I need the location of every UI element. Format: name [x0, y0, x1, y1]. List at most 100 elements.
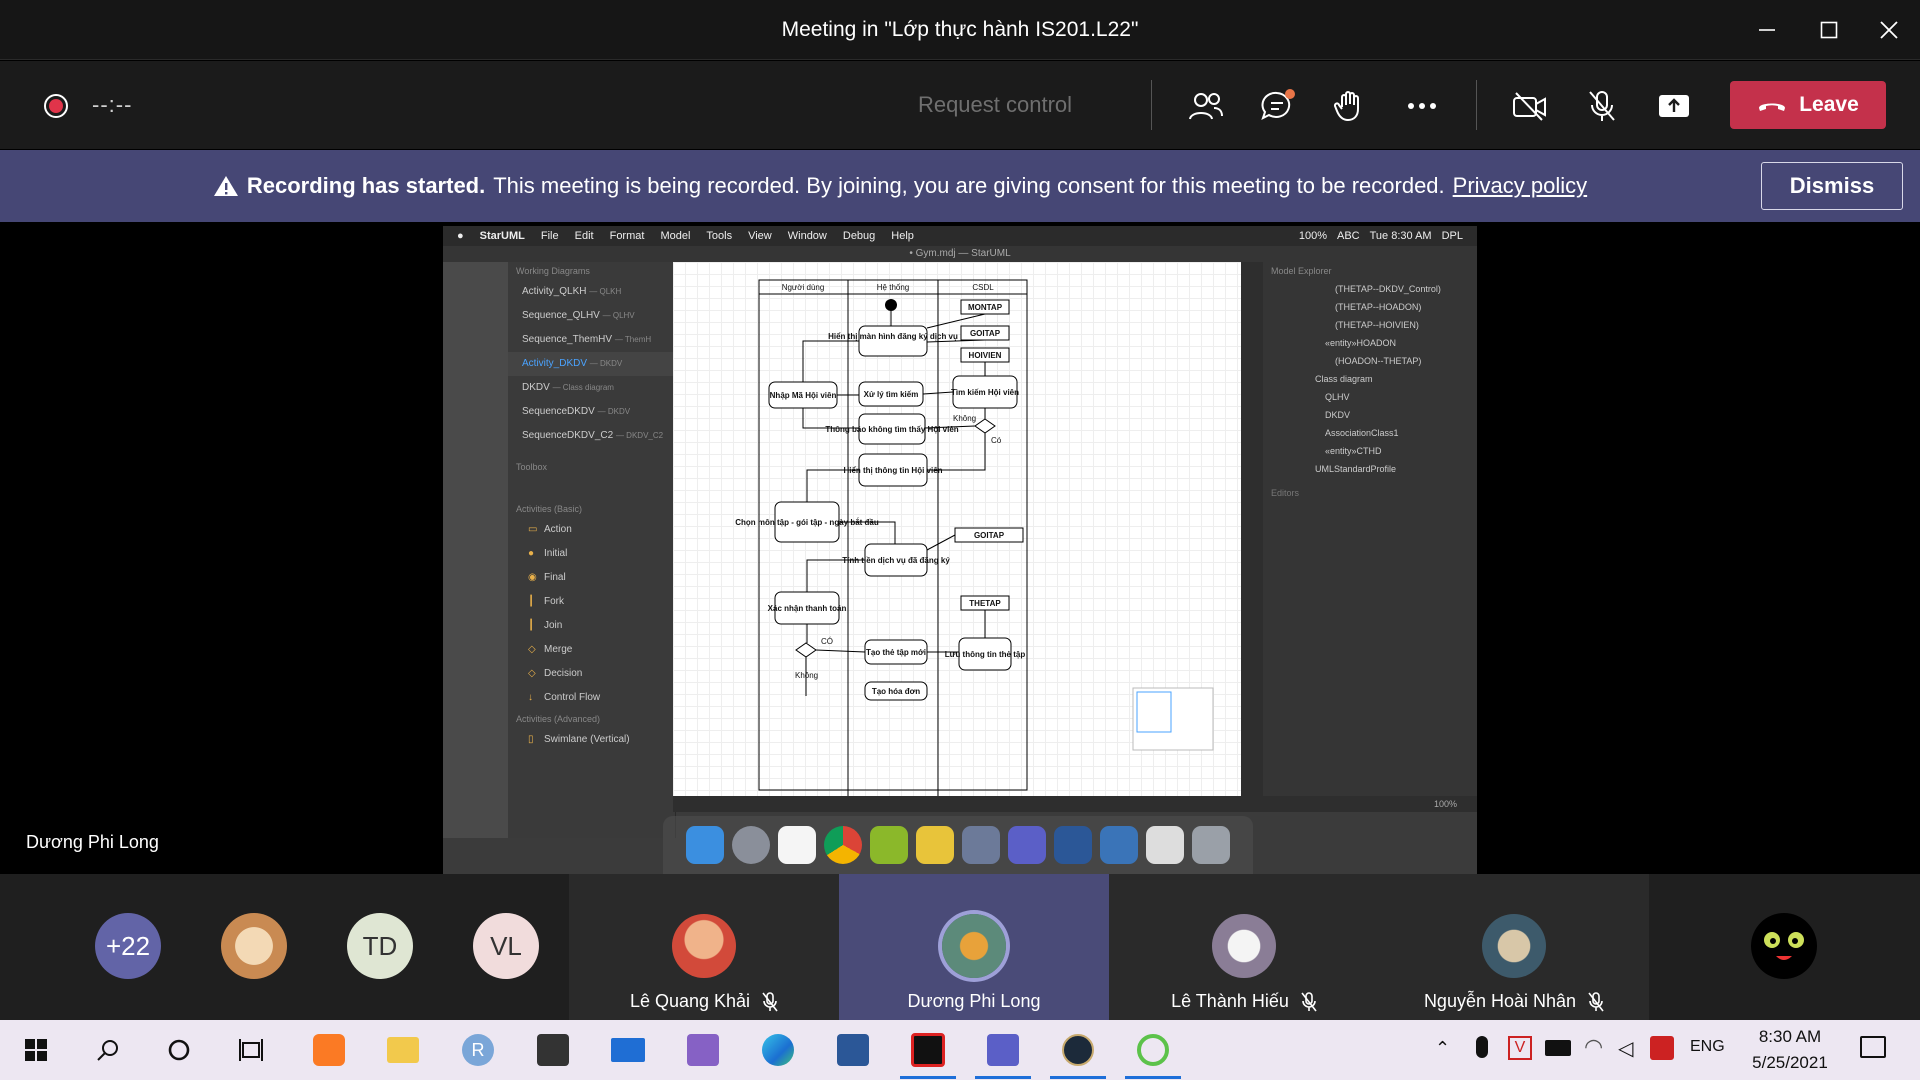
menu-tools: Tools: [706, 230, 733, 242]
clock-time: 8:30 AM: [1758, 1027, 1822, 1046]
active-app-indicator: [1050, 1076, 1106, 1079]
avatar[interactable]: [1751, 913, 1817, 979]
tree-item: «entity»CTHD: [1325, 446, 1382, 456]
overflow-participants-button[interactable]: +22: [95, 913, 161, 979]
action-node: Chọn môn tập - gói tập - ngày bắt đầu: [735, 518, 879, 527]
chat-button[interactable]: [1252, 80, 1304, 132]
raise-hand-button[interactable]: [1324, 80, 1376, 132]
request-control-button[interactable]: Request control: [880, 92, 1110, 118]
participant-tile[interactable]: Lê Thành Hiếu: [1109, 874, 1379, 1020]
green-app-taskbar-icon[interactable]: [1133, 1030, 1173, 1070]
guard-label: CÓ: [821, 637, 833, 646]
recording-text: This meeting is being recorded. By joini…: [493, 173, 1445, 198]
active-app-indicator: [975, 1076, 1031, 1079]
chat-icon: [1261, 89, 1295, 120]
activities-basic-header: Activities (Basic): [516, 504, 583, 514]
action-node: Tạo thẻ tập mới: [866, 648, 926, 657]
meeting-timer: --:--: [92, 92, 133, 117]
menu-app-name: StarUML: [479, 230, 525, 242]
participant-tile[interactable]: Nguyễn Hoài Nhân: [1379, 874, 1649, 1020]
microphone-button[interactable]: [1576, 80, 1628, 132]
tool-item: ↓ Control Flow: [528, 692, 601, 703]
r-app-taskbar-icon[interactable]: R: [458, 1030, 498, 1070]
task-view-button[interactable]: [231, 1030, 271, 1070]
diagram-item: SequenceDKDV_C2 — DKDV_C2: [522, 430, 664, 441]
mac-dock: [663, 816, 1253, 874]
notion-taskbar-icon[interactable]: [533, 1030, 573, 1070]
visual-studio-taskbar-icon[interactable]: [683, 1030, 723, 1070]
mail-taskbar-icon[interactable]: [608, 1030, 648, 1070]
windows-logo-icon: [25, 1039, 47, 1061]
apple-icon: ●: [457, 230, 464, 242]
tree-item: (THETAP--DKDV_Control): [1335, 284, 1441, 294]
action-node: Hiển thị màn hình đăng ký dịch vụ: [828, 332, 958, 341]
search-button[interactable]: [88, 1030, 128, 1070]
object-node: MONTAP: [968, 303, 1003, 312]
maximize-icon: [1820, 21, 1838, 39]
initial-node: [885, 299, 897, 311]
dismiss-button[interactable]: Dismiss: [1761, 162, 1903, 210]
finder-icon: [686, 826, 724, 864]
leave-button[interactable]: Leave: [1730, 81, 1886, 129]
mac-user: DPL: [1441, 230, 1463, 242]
people-icon: [1189, 93, 1223, 120]
battery-icon[interactable]: [1545, 1040, 1571, 1056]
action-node: Hiển thị thông tin Hội viên: [843, 466, 942, 475]
participant-name: Nguyễn Hoài Nhân: [1423, 991, 1577, 1011]
avatar[interactable]: [221, 913, 287, 979]
guard-label: Không: [953, 414, 976, 423]
garena-taskbar-icon[interactable]: [908, 1030, 948, 1070]
mic-tray-icon[interactable]: [1476, 1036, 1488, 1058]
starred-app-icon: [916, 826, 954, 864]
wifi-icon[interactable]: ◠: [1584, 1034, 1603, 1060]
volume-icon[interactable]: ◁: [1618, 1036, 1633, 1061]
calendar-icon: [778, 826, 816, 864]
antivirus-tray-icon[interactable]: V: [1508, 1036, 1532, 1060]
task-view-icon: [239, 1039, 263, 1061]
mic-off-icon: [1589, 91, 1615, 121]
share-screen-button[interactable]: [1648, 80, 1700, 132]
avatar-initials[interactable]: TD: [347, 913, 413, 979]
zoom-level: 100%: [673, 796, 1477, 812]
menu-window: Window: [787, 230, 827, 242]
mic-off-icon: [1588, 991, 1604, 1011]
language-indicator[interactable]: ENG: [1690, 1038, 1725, 1056]
taskbar-clock[interactable]: 8:30 AM 5/25/2021: [1740, 1024, 1840, 1076]
start-button[interactable]: [16, 1030, 56, 1070]
minimize-icon: [1759, 29, 1775, 31]
privacy-policy-link[interactable]: Privacy policy: [1453, 173, 1587, 199]
menu-file: File: [540, 230, 559, 242]
action-node: Tính tiền dịch vụ đã đăng ký: [842, 556, 950, 565]
cortana-button[interactable]: [159, 1030, 199, 1070]
participants-button[interactable]: [1180, 80, 1232, 132]
notifications-icon[interactable]: [1860, 1036, 1886, 1058]
divider: [1476, 80, 1477, 130]
close-button[interactable]: [1859, 0, 1919, 60]
more-actions-button[interactable]: [1396, 80, 1448, 132]
update-tray-icon[interactable]: [1650, 1036, 1674, 1060]
participant-tile[interactable]: Lê Quang Khải: [569, 874, 839, 1020]
staruml-window-title: • Gym.mdj — StarUML: [443, 246, 1477, 262]
participant-tile-speaking[interactable]: Dương Phi Long: [839, 874, 1109, 1020]
chevron-up-icon[interactable]: ⌃: [1435, 1038, 1450, 1059]
action-node: Thông báo không tìm thấy Hội viên: [825, 425, 958, 434]
mic-off-icon: [762, 991, 778, 1011]
maximize-button[interactable]: [1799, 0, 1859, 60]
minimize-button[interactable]: [1737, 0, 1797, 60]
diagram-item: Sequence_QLHV — QLHV: [522, 310, 635, 321]
more-icon: [1408, 103, 1436, 109]
file-explorer-taskbar-icon[interactable]: [383, 1030, 423, 1070]
league-taskbar-icon[interactable]: [1058, 1030, 1098, 1070]
action-node: Xử lý tìm kiếm: [864, 390, 919, 399]
edge-taskbar-icon[interactable]: [758, 1030, 798, 1070]
action-node: Lưu thông tin thẻ tập: [945, 650, 1026, 659]
avatar-initials[interactable]: VL: [473, 913, 539, 979]
tool-item: ◇ Merge: [528, 644, 573, 655]
xampp-taskbar-icon[interactable]: [309, 1030, 349, 1070]
recording-title: Recording has started.: [246, 173, 486, 198]
tree-item: Class diagram: [1315, 374, 1373, 384]
camera-button[interactable]: [1504, 80, 1556, 132]
teams-taskbar-icon[interactable]: [983, 1030, 1023, 1070]
word-taskbar-icon[interactable]: [833, 1030, 873, 1070]
battery-text: 100%: [1298, 230, 1327, 242]
